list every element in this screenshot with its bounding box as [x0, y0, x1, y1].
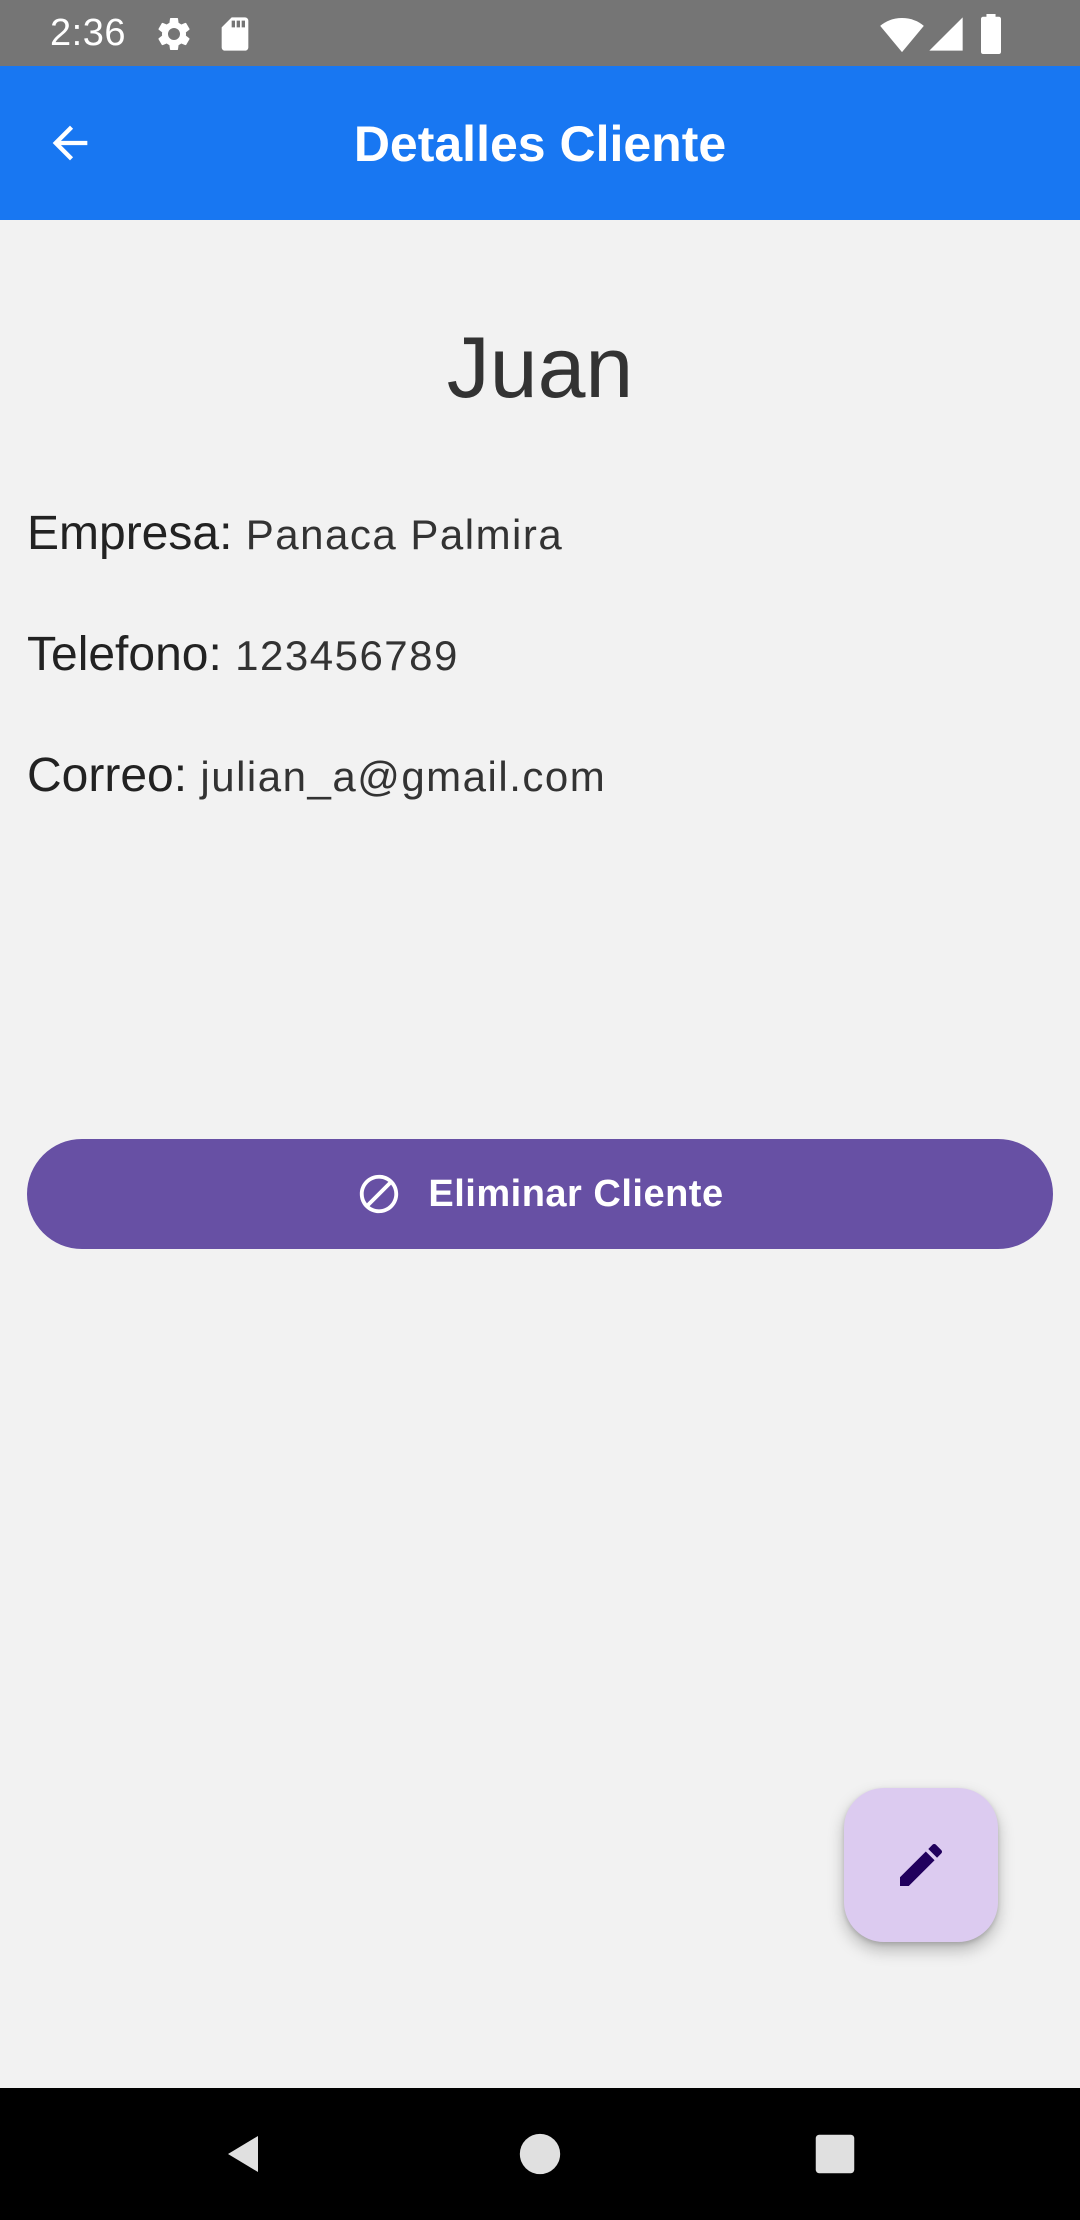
signal-icon	[926, 14, 966, 54]
sd-card-icon	[215, 14, 255, 54]
home-circle-icon	[518, 2132, 562, 2176]
field-value: julian_a@gmail.com	[200, 753, 607, 800]
client-name: Juan	[446, 320, 634, 416]
app-bar: Detalles Cliente	[0, 66, 1080, 220]
client-details-screen: 2:36 Detalles Cliente Juan Empresa: Pana…	[0, 0, 1080, 2220]
delete-client-label: Eliminar Cliente	[428, 1172, 724, 1215]
wifi-icon	[880, 14, 924, 54]
field-telefono: Telefono: 123456789	[27, 625, 459, 686]
field-label: Empresa:	[27, 507, 233, 560]
field-value: 123456789	[235, 632, 459, 679]
field-label: Correo:	[27, 749, 188, 802]
settings-icon	[154, 14, 194, 54]
status-bar: 2:36	[0, 0, 1080, 66]
field-correo: Correo: julian_a@gmail.com	[27, 746, 606, 807]
block-icon	[356, 1171, 402, 1217]
nav-home-button[interactable]	[504, 2118, 576, 2190]
field-empresa: Empresa: Panaca Palmira	[27, 504, 563, 565]
field-label: Telefono:	[27, 628, 222, 681]
delete-client-button[interactable]: Eliminar Cliente	[27, 1139, 1053, 1249]
battery-icon	[978, 14, 1008, 55]
back-triangle-icon	[220, 2130, 268, 2178]
edit-client-fab[interactable]	[844, 1788, 998, 1942]
status-time: 2:36	[50, 12, 126, 54]
nav-recents-button[interactable]	[799, 2118, 871, 2190]
nav-back-button[interactable]	[208, 2118, 280, 2190]
system-navigation-bar	[0, 2088, 1080, 2220]
edit-pencil-icon	[893, 1837, 949, 1893]
field-value: Panaca Palmira	[245, 511, 564, 558]
recents-square-icon	[814, 2133, 856, 2175]
page-title: Detalles Cliente	[353, 116, 727, 172]
